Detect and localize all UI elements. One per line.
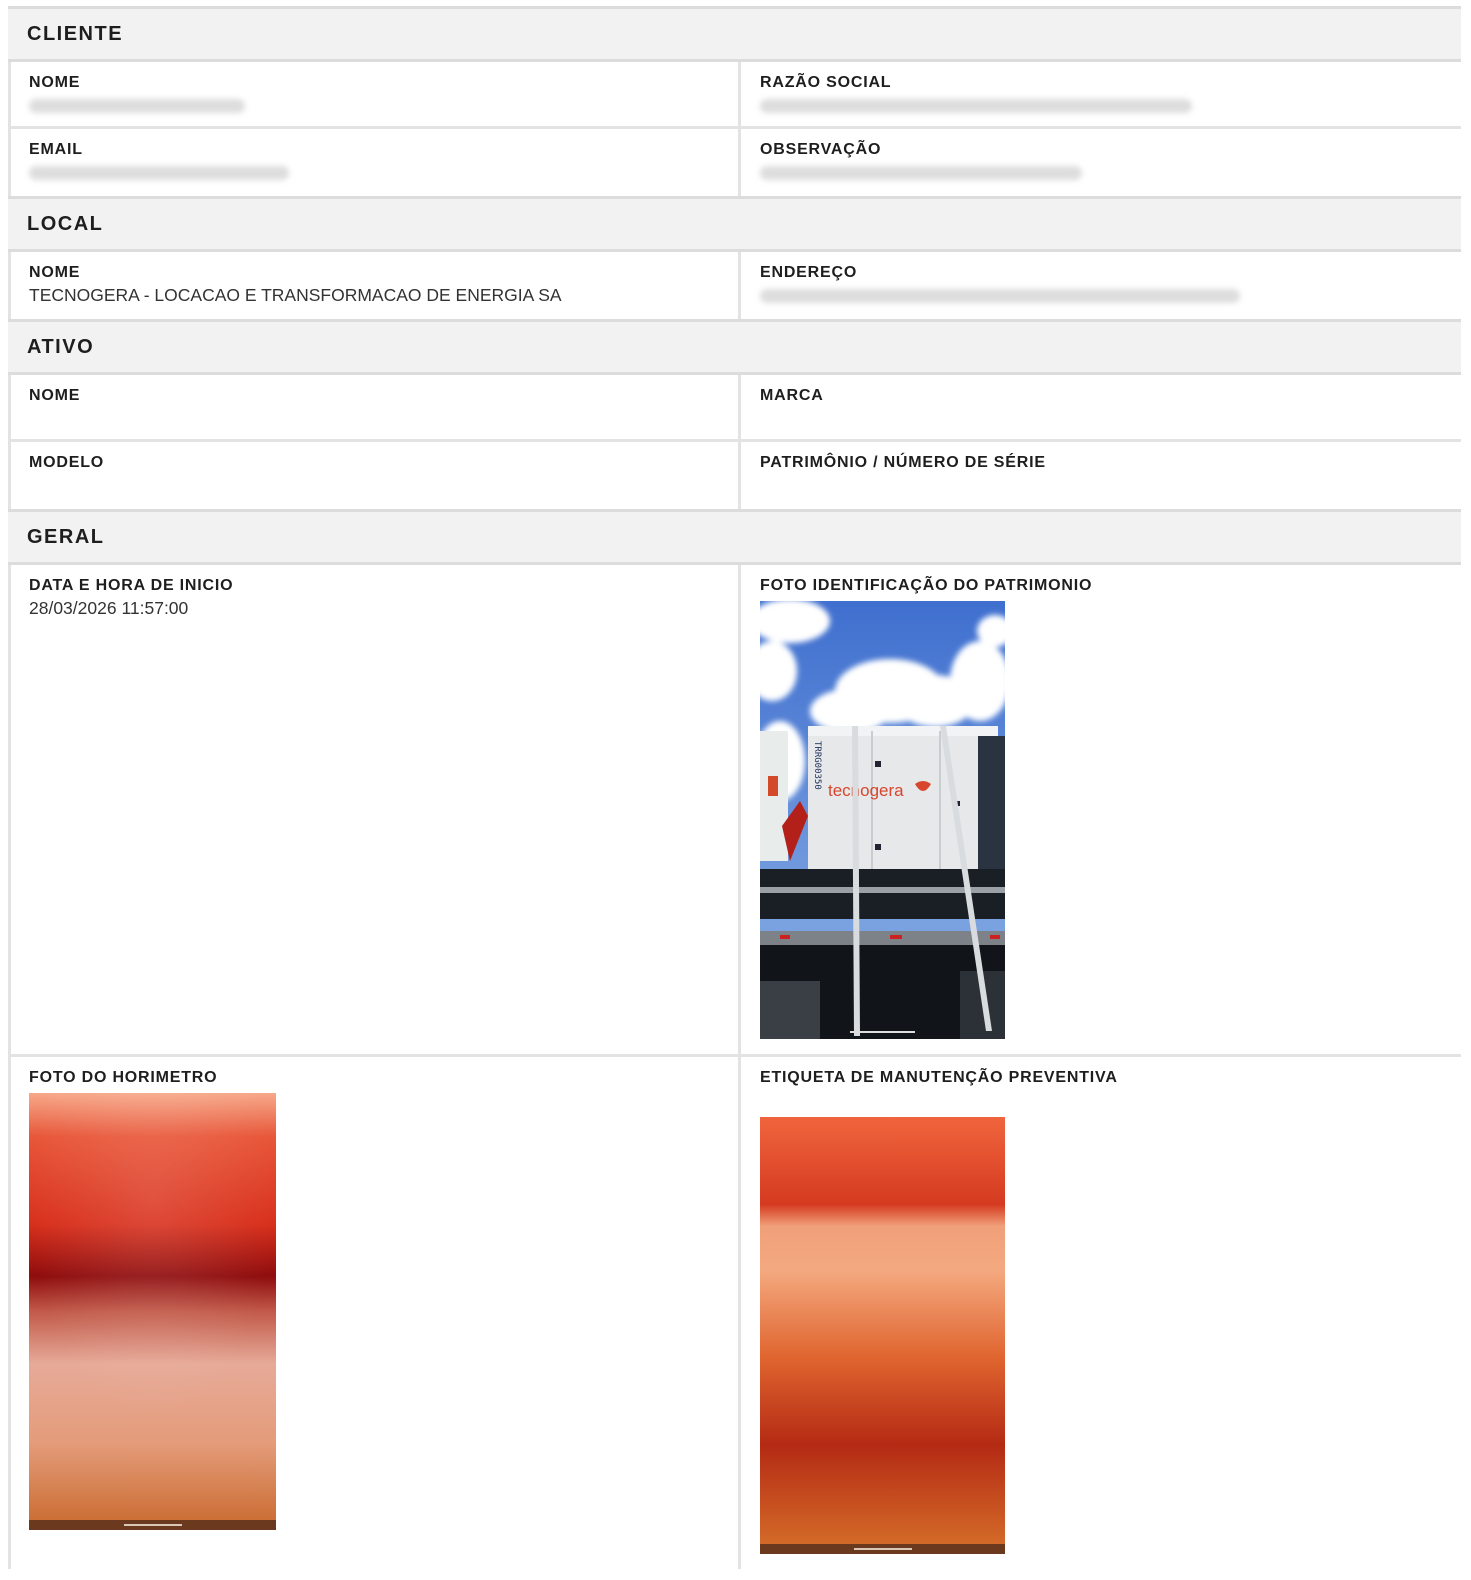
field-modelo: MODELO bbox=[11, 442, 741, 509]
row-ativo-2: MODELO PATRIMÔNIO / NÚMERO DE SÉRIE bbox=[8, 442, 1461, 509]
field-patrimonio: PATRIMÔNIO / NÚMERO DE SÉRIE bbox=[741, 442, 1461, 509]
section-header-cliente: CLIENTE bbox=[8, 6, 1461, 62]
section-header-local: LOCAL bbox=[8, 196, 1461, 252]
row-geral-1: DATA E HORA DE INICIO 28/03/2026 11:57:0… bbox=[8, 565, 1461, 1057]
photo-horimetro[interactable] bbox=[29, 1093, 276, 1530]
row-geral-2: FOTO DO HORIMETRO ETIQUETA DE MANUTENÇÃO… bbox=[8, 1057, 1461, 1569]
blurred-etiqueta-image bbox=[760, 1117, 1005, 1554]
field-foto-horimetro: FOTO DO HORIMETRO bbox=[11, 1057, 741, 1569]
field-observacao: OBSERVAÇÃO bbox=[741, 129, 1461, 196]
section-header-ativo: ATIVO bbox=[8, 319, 1461, 375]
label-endereco: ENDEREÇO bbox=[760, 264, 858, 281]
label-razao-social: RAZÃO SOCIAL bbox=[760, 74, 892, 91]
row-ativo-1: NOME MARCA bbox=[8, 375, 1461, 442]
label-cliente-nome: NOME bbox=[29, 74, 81, 91]
redacted-value bbox=[29, 99, 245, 113]
value-local-nome: TECNOGERA - LOCACAO E TRANSFORMACAO DE E… bbox=[29, 285, 562, 305]
redacted-value bbox=[760, 289, 1240, 303]
field-email: EMAIL bbox=[11, 129, 741, 196]
label-patrimonio: PATRIMÔNIO / NÚMERO DE SÉRIE bbox=[760, 454, 1046, 471]
field-local-nome: NOME TECNOGERA - LOCACAO E TRANSFORMACAO… bbox=[11, 252, 741, 319]
field-ativo-nome: NOME bbox=[11, 375, 741, 439]
label-etiqueta: ETIQUETA DE MANUTENÇÃO PREVENTIVA bbox=[760, 1069, 1118, 1086]
label-observacao: OBSERVAÇÃO bbox=[760, 141, 882, 158]
label-data-inicio: DATA E HORA DE INICIO bbox=[29, 577, 234, 594]
row-local: NOME TECNOGERA - LOCACAO E TRANSFORMACAO… bbox=[8, 252, 1461, 319]
row-cliente-1: NOME RAZÃO SOCIAL bbox=[8, 62, 1461, 129]
blurred-horimetro-image bbox=[29, 1093, 276, 1530]
field-etiqueta: ETIQUETA DE MANUTENÇÃO PREVENTIVA bbox=[741, 1057, 1461, 1569]
photo-unit-code: TRRG00350 bbox=[812, 741, 822, 790]
label-modelo: MODELO bbox=[29, 454, 105, 471]
field-endereco: ENDEREÇO bbox=[741, 252, 1461, 319]
label-foto-patrimonio: FOTO IDENTIFICAÇÃO DO PATRIMONIO bbox=[760, 577, 1093, 594]
label-local-nome: NOME bbox=[29, 264, 81, 281]
field-cliente-nome: NOME bbox=[11, 62, 741, 126]
field-marca: MARCA bbox=[741, 375, 1461, 439]
section-header-geral: GERAL bbox=[8, 509, 1461, 565]
redacted-value bbox=[760, 99, 1192, 113]
field-data-inicio: DATA E HORA DE INICIO 28/03/2026 11:57:0… bbox=[11, 565, 741, 1054]
generator-on-truck-image: tecnogera TRRG00350 bbox=[760, 601, 1005, 1039]
label-foto-horimetro: FOTO DO HORIMETRO bbox=[29, 1069, 218, 1086]
redacted-value bbox=[760, 166, 1082, 180]
photo-etiqueta[interactable] bbox=[760, 1117, 1005, 1554]
value-data-inicio: 28/03/2026 11:57:00 bbox=[29, 598, 189, 618]
label-email: EMAIL bbox=[29, 141, 83, 158]
photo-brand-text: tecnogera bbox=[828, 781, 904, 800]
field-foto-patrimonio: FOTO IDENTIFICAÇÃO DO PATRIMONIO tecnoge… bbox=[741, 565, 1461, 1054]
label-marca: MARCA bbox=[760, 387, 824, 404]
field-razao-social: RAZÃO SOCIAL bbox=[741, 62, 1461, 126]
photo-patrimonio[interactable]: tecnogera TRRG00350 bbox=[760, 601, 1005, 1039]
label-ativo-nome: NOME bbox=[29, 387, 81, 404]
row-cliente-2: EMAIL OBSERVAÇÃO bbox=[8, 129, 1461, 196]
redacted-value bbox=[29, 166, 289, 180]
service-report: CLIENTE NOME RAZÃO SOCIAL EMAIL OBSERVAÇ… bbox=[8, 6, 1461, 1569]
